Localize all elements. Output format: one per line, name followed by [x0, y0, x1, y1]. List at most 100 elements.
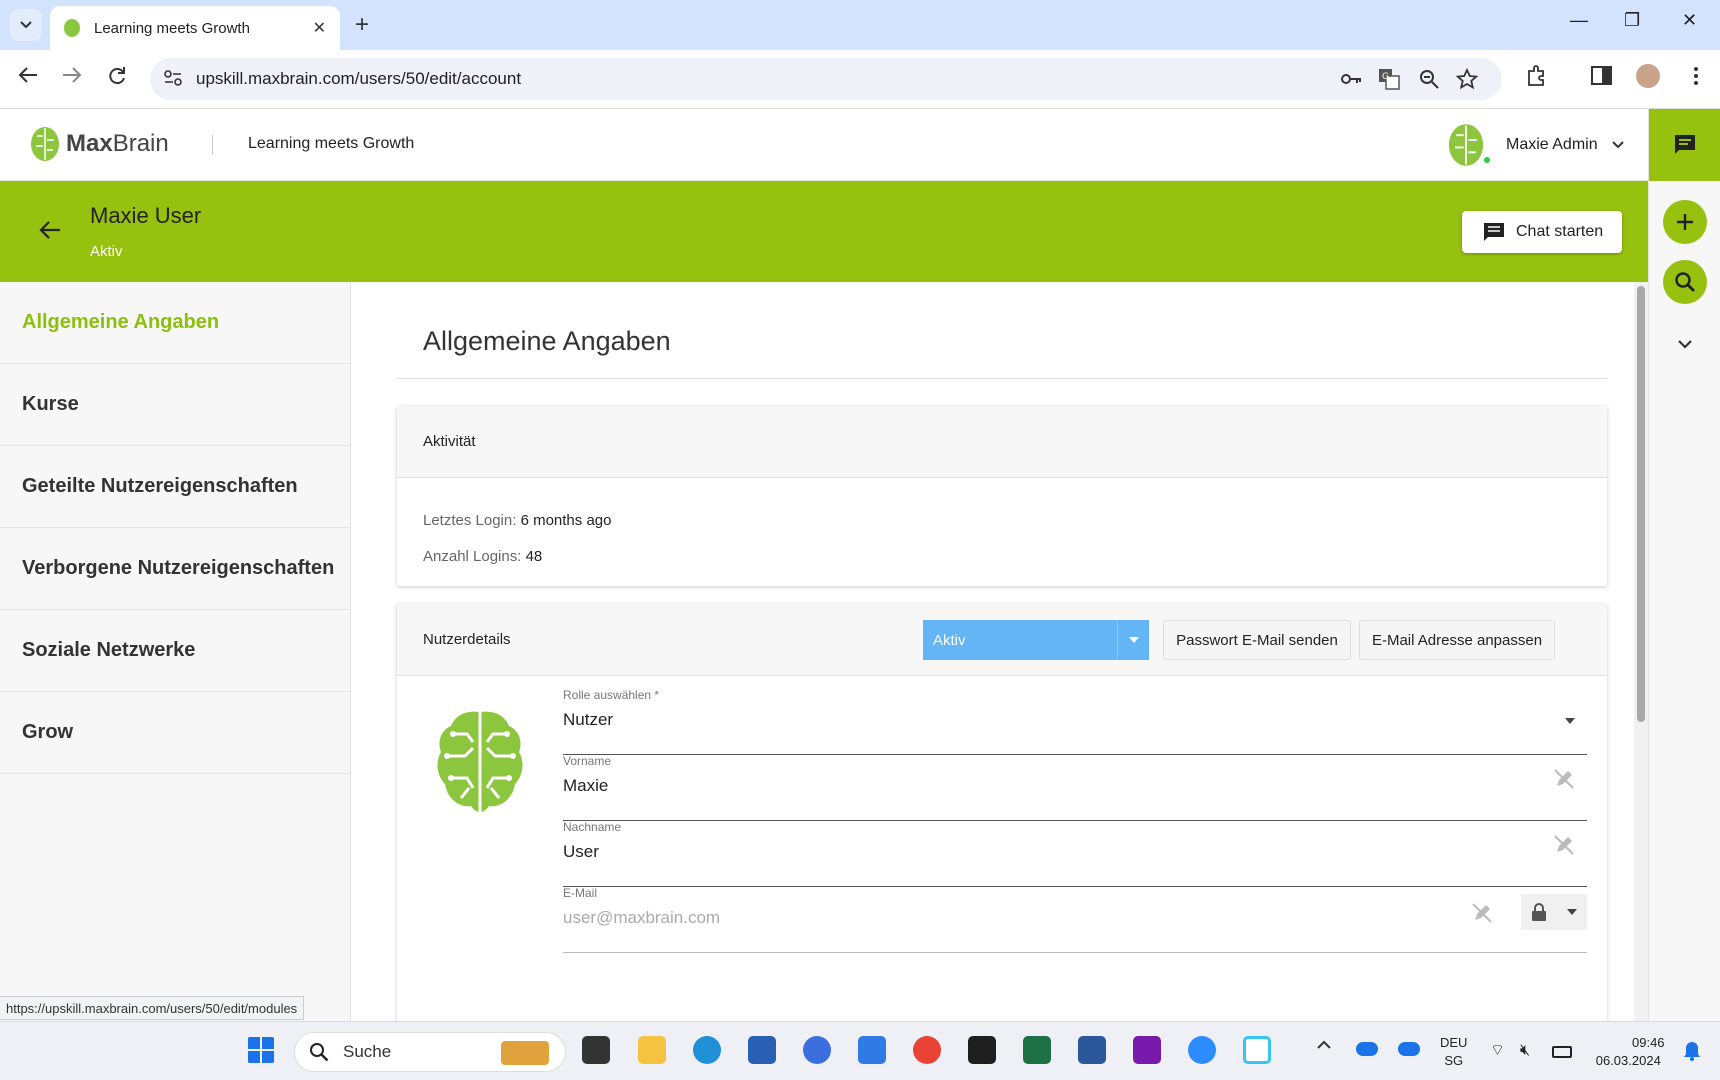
user-details-heading: Nutzerdetails [423, 631, 511, 648]
search-button[interactable] [1663, 260, 1707, 304]
back-arrow-icon[interactable] [38, 219, 62, 241]
browser-tab[interactable]: Learning meets Growth ✕ [50, 6, 340, 50]
last-login-label: Letztes Login: [423, 512, 517, 529]
address-bar[interactable]: upskill.maxbrain.com/users/50/edit/accou… [150, 58, 1502, 100]
user-name: Maxie Admin [1506, 136, 1598, 153]
sidebar-item-geteilte-nutzereigenschaften[interactable]: Geteilte Nutzereigenschaften [0, 446, 350, 528]
sidebar-item-kurse[interactable]: Kurse [0, 364, 350, 446]
browser-tabstrip: Learning meets Growth ✕ + — ❐ ✕ [0, 0, 1720, 50]
chat-panel-button[interactable] [1649, 109, 1720, 181]
last-login-value: 6 months ago [520, 512, 612, 529]
wifi-icon[interactable]: ⌔ [1490, 1042, 1505, 1060]
scrollbar-thumb[interactable] [1637, 286, 1645, 722]
user-banner: Maxie User Aktiv Chat starten [0, 181, 1648, 282]
onenote-icon[interactable] [1133, 1036, 1161, 1064]
role-value: Nutzer [563, 710, 614, 729]
windows-start-icon[interactable] [247, 1036, 275, 1064]
zoom-icon[interactable] [1418, 68, 1440, 90]
clock[interactable]: 09:46 06.03.2024 [1592, 1034, 1665, 1070]
tab-search-button[interactable] [10, 9, 42, 41]
brain-avatar-icon [1448, 124, 1484, 166]
word-icon[interactable] [1078, 1036, 1106, 1064]
extensions-icon[interactable] [1525, 64, 1549, 88]
todo-icon[interactable] [858, 1036, 886, 1064]
profile-avatar[interactable] [1636, 64, 1660, 88]
lastname-value: User [563, 842, 599, 861]
region-code: SG [1444, 1053, 1464, 1068]
plus-icon [1677, 214, 1693, 230]
new-tab-button[interactable]: + [355, 12, 369, 38]
edit-disabled-icon[interactable] [1471, 902, 1493, 924]
back-icon[interactable] [18, 66, 38, 90]
header-divider [212, 135, 213, 155]
store-icon[interactable] [748, 1036, 776, 1064]
excel-icon[interactable] [1023, 1036, 1051, 1064]
activity-card: Aktivität Letztes Login: 6 months ago An… [397, 406, 1607, 586]
firstname-field[interactable]: Vorname Maxie [563, 754, 1587, 821]
slack-icon[interactable] [1243, 1036, 1271, 1064]
activity-heading: Aktivität [397, 406, 1607, 478]
speaker-muted-icon[interactable]: 🔇︎ [1520, 1042, 1530, 1060]
add-button[interactable] [1663, 200, 1707, 244]
send-password-email-button[interactable]: Passwort E-Mail senden [1163, 620, 1351, 660]
login-count-row: Anzahl Logins: 48 [423, 548, 542, 565]
chevron-down-icon [1611, 141, 1624, 149]
edge-icon[interactable] [693, 1036, 721, 1064]
edit-disabled-icon[interactable] [1553, 768, 1575, 790]
change-email-button[interactable]: E-Mail Adresse anpassen [1359, 620, 1555, 660]
dropdown-arrow-icon [1117, 620, 1149, 660]
keyboard-language[interactable]: DEU SG [1440, 1034, 1467, 1070]
title-divider [397, 378, 1607, 379]
forward-icon[interactable] [62, 66, 82, 90]
chevron-down-icon[interactable] [1677, 339, 1693, 349]
key-icon[interactable] [1340, 68, 1362, 90]
logo-text-rest: Brain [112, 130, 169, 157]
figma-icon[interactable] [968, 1036, 996, 1064]
translate-icon[interactable]: G [1378, 68, 1400, 90]
main-content: Allgemeine Angaben Aktivität Letztes Log… [351, 282, 1634, 1021]
site-info-icon[interactable] [164, 70, 182, 86]
language-code: DEU [1440, 1035, 1468, 1050]
role-label: Rolle auswählen * [563, 688, 660, 702]
maxbrain-logo[interactable]: MaxBrain [30, 126, 169, 162]
lastname-field[interactable]: Nachname User [563, 820, 1587, 887]
bookmark-star-icon[interactable] [1456, 68, 1478, 90]
zoom-app-icon[interactable] [1188, 1036, 1216, 1064]
reload-icon[interactable] [107, 66, 127, 92]
chrome-icon[interactable] [913, 1036, 941, 1064]
email-visibility-select[interactable] [1521, 894, 1587, 930]
email-field[interactable]: E-Mail user@maxbrain.com [563, 886, 1587, 953]
search-icon [1675, 272, 1695, 292]
onedrive-icon[interactable] [1398, 1042, 1420, 1056]
sidebar-item-verborgene-nutzereigenschaften[interactable]: Verborgene Nutzereigenschaften [0, 528, 350, 610]
clock-date: 06.03.2024 [1595, 1053, 1661, 1068]
battery-icon[interactable] [1552, 1046, 1572, 1058]
task-view-icon[interactable] [582, 1036, 610, 1064]
minimize-icon[interactable]: — [1570, 10, 1588, 31]
login-count-label: Anzahl Logins: [423, 548, 522, 565]
user-details-header: Nutzerdetails Aktiv Passwort E-Mail send… [397, 604, 1607, 676]
status-select[interactable]: Aktiv [923, 620, 1149, 660]
file-explorer-icon[interactable] [638, 1036, 666, 1064]
role-select[interactable]: Rolle auswählen * Nutzer [563, 688, 1587, 755]
banner-user-status: Aktiv [90, 243, 123, 260]
restore-icon[interactable]: ❐ [1624, 10, 1640, 31]
notification-bell-icon[interactable] [1682, 1040, 1710, 1068]
logo-text-bold: Max [66, 130, 113, 157]
edit-disabled-icon[interactable] [1553, 834, 1575, 856]
start-chat-button[interactable]: Chat starten [1462, 211, 1622, 253]
sidebar-item-grow[interactable]: Grow [0, 692, 350, 774]
onedrive-icon[interactable] [1356, 1042, 1378, 1056]
side-panel-icon[interactable] [1590, 64, 1614, 88]
more-menu-icon[interactable] [1684, 64, 1708, 88]
close-window-icon[interactable]: ✕ [1682, 10, 1697, 31]
close-tab-icon[interactable]: ✕ [313, 18, 326, 38]
sidebar-item-soziale-netzwerke[interactable]: Soziale Netzwerke [0, 610, 350, 692]
chevron-up-icon[interactable] [1316, 1040, 1344, 1068]
taskbar-search[interactable]: Suche [294, 1032, 566, 1072]
user-menu[interactable]: Maxie Admin [1446, 123, 1624, 167]
page-title: Allgemeine Angaben [423, 326, 671, 356]
page-scrollbar[interactable] [1634, 282, 1648, 1021]
app-icon[interactable] [803, 1036, 831, 1064]
sidebar-item-allgemeine-angaben[interactable]: Allgemeine Angaben [0, 282, 350, 364]
